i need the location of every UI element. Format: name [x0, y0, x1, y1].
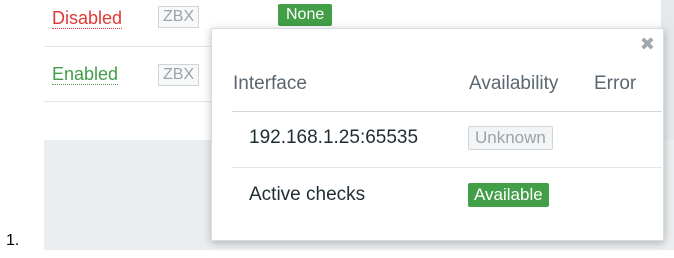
- status-link-disabled[interactable]: Disabled: [52, 8, 123, 29]
- list-number: 1.: [6, 232, 20, 249]
- header-divider: [232, 111, 662, 112]
- availability-badge-available: Available: [468, 183, 549, 207]
- zbx-availability-badge[interactable]: ZBX: [158, 6, 200, 28]
- row-divider: [232, 167, 662, 168]
- interface-active-checks: Active checks: [249, 184, 366, 205]
- close-icon[interactable]: ✖: [640, 35, 655, 53]
- column-header-availability: Availability: [469, 73, 559, 94]
- encryption-badge: None: [278, 4, 333, 26]
- column-header-interface: Interface: [233, 73, 307, 94]
- zbx-availability-badge[interactable]: ZBX: [158, 64, 200, 86]
- status-link-enabled[interactable]: Enabled: [52, 64, 119, 85]
- availability-popup: ✖ Interface Availability Error 192.168.1…: [211, 28, 664, 241]
- column-header-error: Error: [594, 73, 637, 94]
- interface-address: 192.168.1.25:65535: [249, 127, 419, 148]
- availability-badge-unknown: Unknown: [468, 126, 553, 150]
